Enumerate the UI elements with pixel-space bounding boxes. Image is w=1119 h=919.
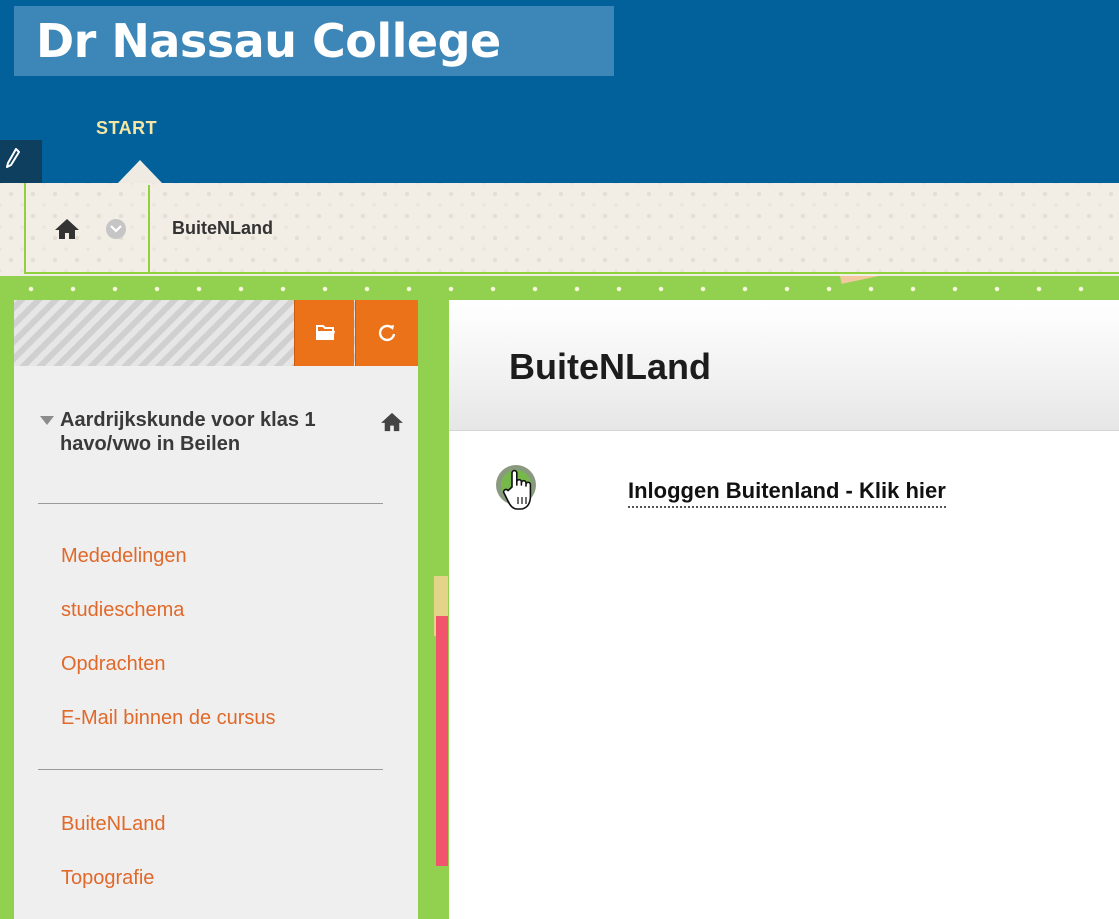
breadcrumb-divider [148, 185, 150, 273]
collapse-caret-icon[interactable] [40, 416, 54, 425]
edit-pencil-icon [6, 148, 20, 168]
folder-view-button[interactable] [294, 300, 354, 366]
site-header: Dr Nassau College START [0, 0, 1119, 183]
folder-icon [316, 325, 335, 340]
menu-divider [38, 769, 383, 770]
item-link-inloggen[interactable]: Inloggen Buitenland - Klik hier [628, 478, 946, 508]
site-logo[interactable]: Dr Nassau College [14, 6, 614, 76]
edit-mode-tab[interactable] [0, 140, 42, 183]
content-header: BuiteNLand [449, 300, 1119, 431]
decorative-stripe [436, 616, 448, 866]
menu-link-opdrachten[interactable]: Opdrachten [61, 653, 166, 676]
content-area: BuiteNLand [449, 300, 1119, 919]
home-icon[interactable] [54, 218, 80, 245]
breadcrumb-menu-button[interactable] [106, 219, 126, 239]
menu-divider [38, 503, 383, 504]
menu-link-buitenland[interactable]: BuiteNLand [61, 813, 166, 836]
refresh-icon [378, 324, 396, 342]
menu-link-mededelingen[interactable]: Mededelingen [61, 545, 187, 568]
menu-link-email[interactable]: E-Mail binnen de cursus [61, 707, 276, 730]
breadcrumb-current[interactable]: BuiteNLand [172, 218, 273, 239]
refresh-button[interactable] [355, 300, 418, 366]
web-link-icon[interactable] [494, 463, 542, 522]
menu-link-studieschema[interactable]: studieschema [61, 599, 184, 622]
chevron-down-icon [110, 225, 122, 233]
course-home-icon[interactable] [380, 412, 404, 437]
active-tab-indicator [118, 160, 162, 183]
course-menu-toolbar [14, 300, 418, 366]
logo-text: Dr Nassau College [36, 14, 501, 68]
page-title: BuiteNLand [509, 346, 711, 387]
nav-tab-start[interactable]: START [96, 118, 157, 139]
course-title[interactable]: Aardrijkskunde voor klas 1 havo/vwo in B… [60, 408, 380, 456]
menu-link-topografie[interactable]: Topografie [61, 867, 154, 890]
